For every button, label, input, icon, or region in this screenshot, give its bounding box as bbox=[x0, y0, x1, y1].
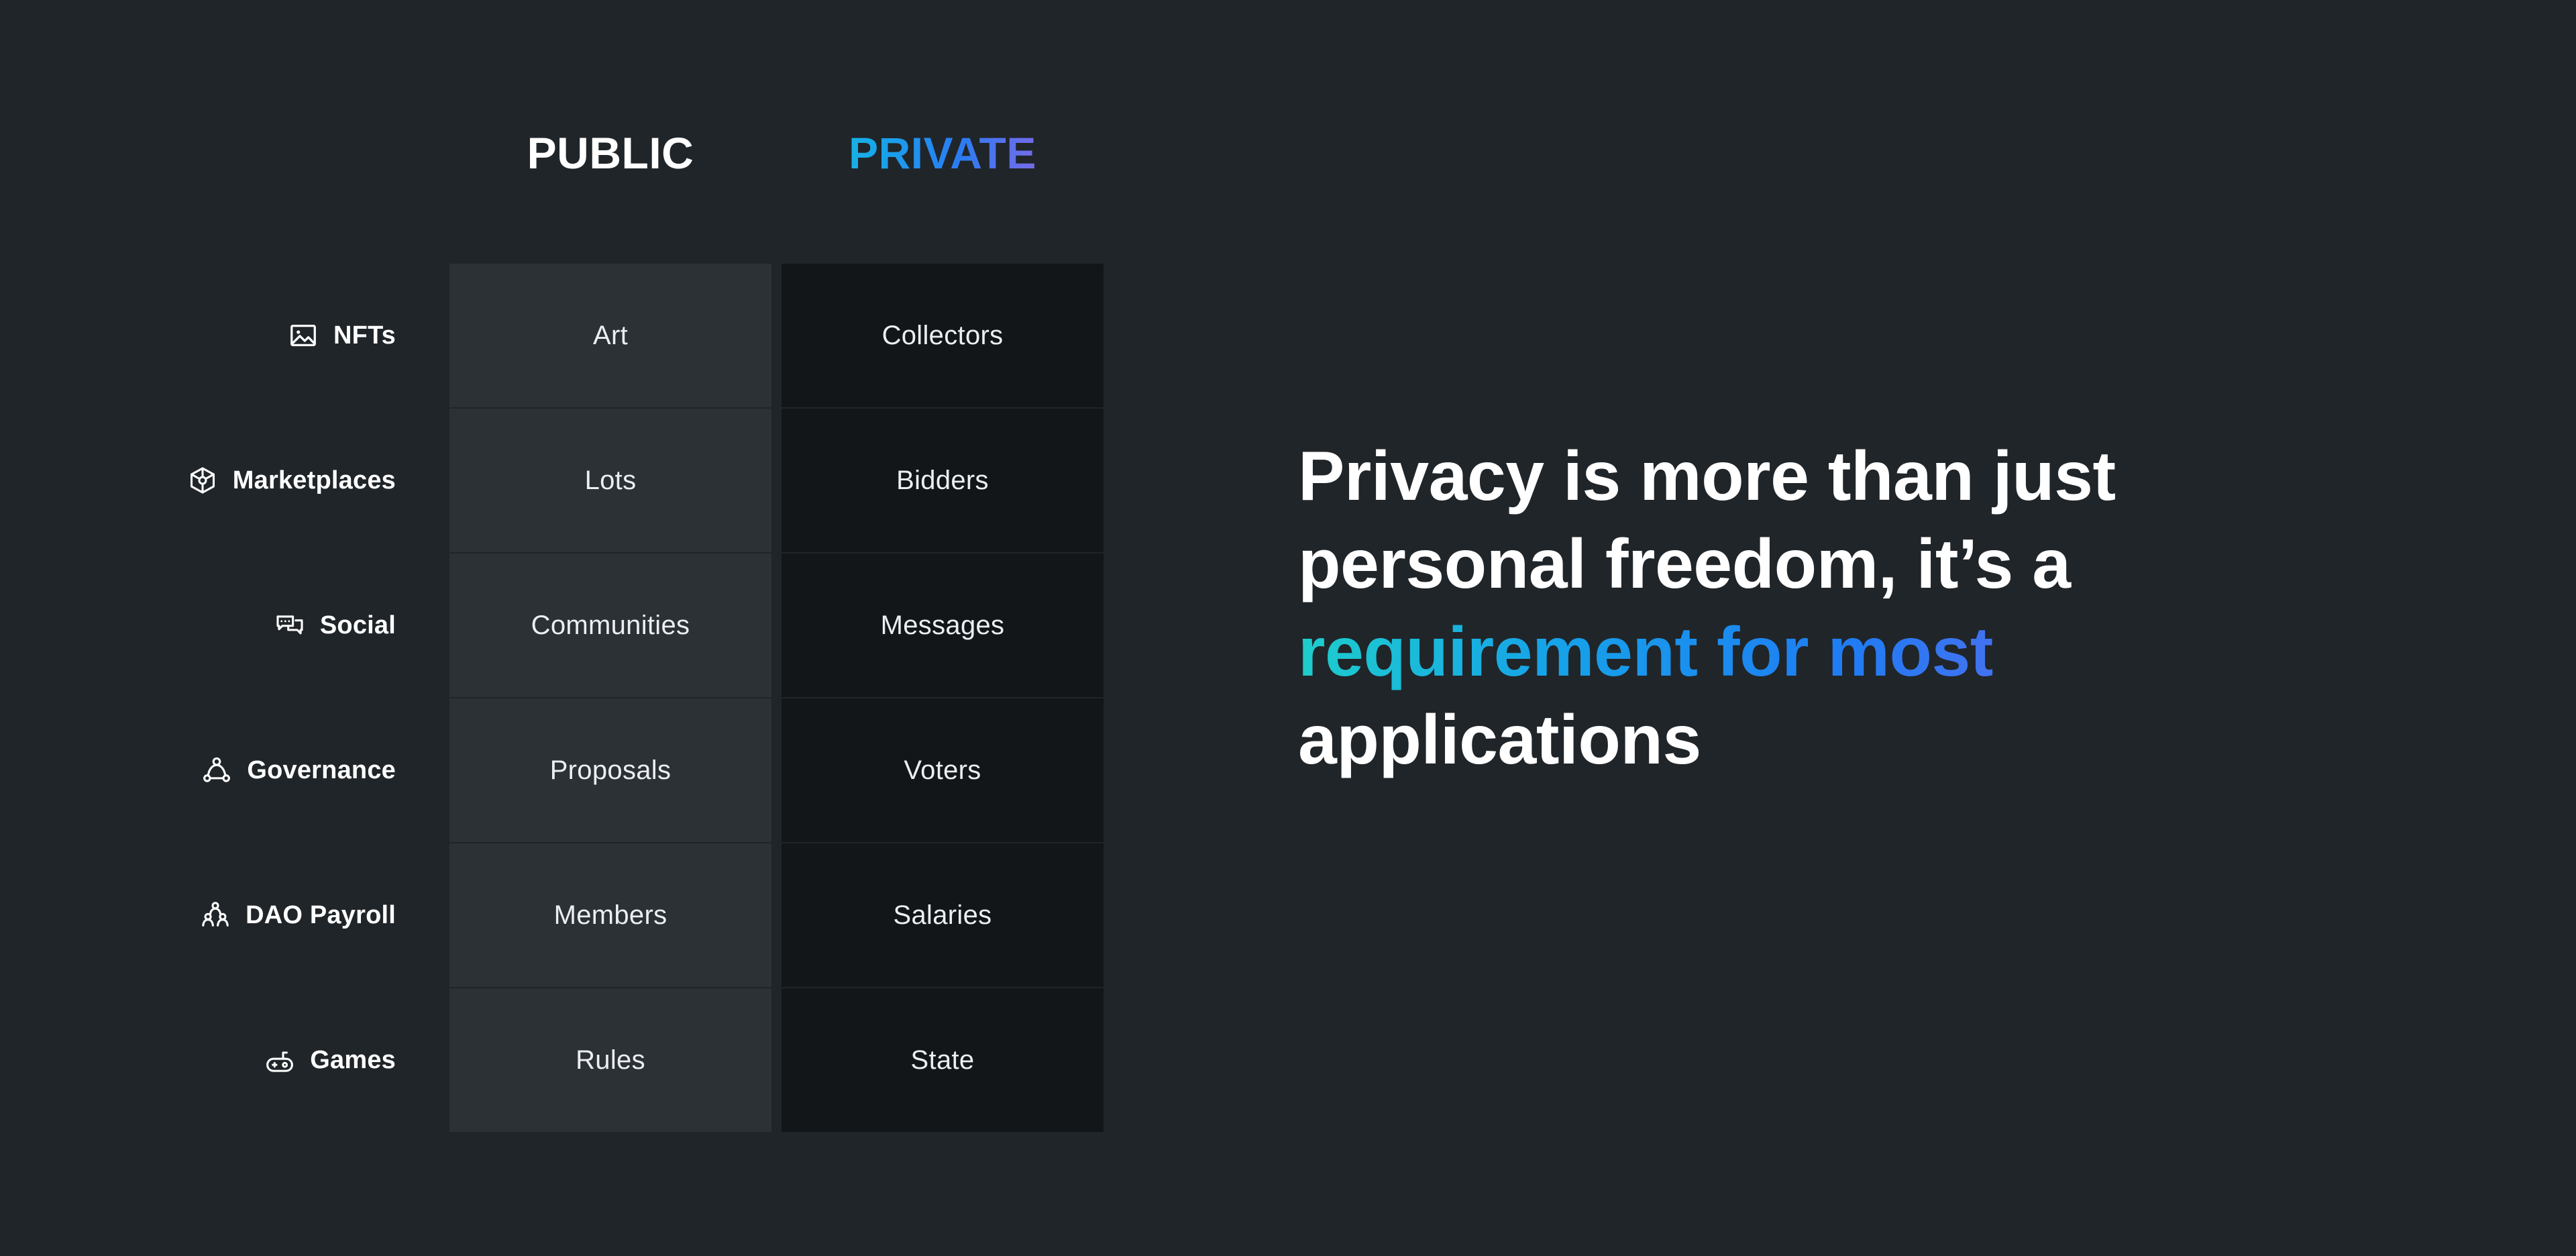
row-label-governance: Governance bbox=[0, 698, 396, 842]
matrix-row-cells: Rules State bbox=[449, 988, 1104, 1132]
slide-root: PUBLIC PRIVATE NFTs Art Collectors Marke… bbox=[0, 0, 2576, 1256]
row-label-text: Social bbox=[319, 611, 396, 639]
row-label-games: Games bbox=[0, 988, 396, 1132]
chat-icon bbox=[274, 610, 305, 641]
matrix-column-headers: PUBLIC PRIVATE bbox=[449, 131, 1104, 175]
matrix-row-cells: Proposals Voters bbox=[449, 698, 1104, 842]
column-header-private: PRIVATE bbox=[782, 131, 1104, 175]
row-label-text: Marketplaces bbox=[232, 466, 396, 494]
cell-private[interactable]: Voters bbox=[782, 698, 1104, 842]
row-label-marketplaces: Marketplaces bbox=[0, 409, 396, 552]
cell-public[interactable]: Art bbox=[449, 264, 771, 407]
matrix-row-cells: Art Collectors bbox=[449, 264, 1104, 407]
cell-public[interactable]: Proposals bbox=[449, 698, 771, 842]
matrix-rows: NFTs Art Collectors Marketplaces Lots Bi… bbox=[0, 264, 1140, 1132]
cell-private[interactable]: Collectors bbox=[782, 264, 1104, 407]
row-label-dao-payroll: DAO Payroll bbox=[0, 843, 396, 987]
gamepad-icon bbox=[264, 1045, 295, 1076]
row-label-social: Social bbox=[0, 554, 396, 697]
matrix-row-cells: Communities Messages bbox=[449, 554, 1104, 697]
group-icon bbox=[201, 755, 232, 786]
org-chart-icon bbox=[200, 900, 231, 931]
cell-public[interactable]: Rules bbox=[449, 988, 771, 1132]
matrix-row: Governance Proposals Voters bbox=[0, 698, 1140, 842]
matrix-row: Social Communities Messages bbox=[0, 554, 1140, 697]
row-label-text: Governance bbox=[247, 755, 396, 784]
headline-line-1: Privacy is more than just bbox=[1298, 437, 2116, 515]
matrix-row: Marketplaces Lots Bidders bbox=[0, 409, 1140, 552]
row-label-text: Games bbox=[310, 1045, 396, 1074]
cube-icon bbox=[187, 465, 218, 496]
column-header-public: PUBLIC bbox=[527, 128, 694, 178]
headline-line-2: personal freedom, it’s a bbox=[1298, 525, 2071, 604]
headline: Privacy is more than just personal freed… bbox=[1298, 433, 2438, 784]
cell-private[interactable]: Salaries bbox=[782, 843, 1104, 987]
cell-private[interactable]: Messages bbox=[782, 554, 1104, 697]
matrix-row-cells: Lots Bidders bbox=[449, 409, 1104, 552]
matrix-row-cells: Members Salaries bbox=[449, 843, 1104, 987]
privacy-matrix: PUBLIC PRIVATE NFTs Art Collectors Marke… bbox=[0, 0, 1140, 1256]
row-label-nfts: NFTs bbox=[0, 264, 396, 407]
matrix-row: NFTs Art Collectors bbox=[0, 264, 1140, 407]
cell-public[interactable]: Lots bbox=[449, 409, 771, 552]
row-label-text: DAO Payroll bbox=[246, 900, 396, 929]
cell-private[interactable]: Bidders bbox=[782, 409, 1104, 552]
cell-public[interactable]: Communities bbox=[449, 554, 771, 697]
cell-private[interactable]: State bbox=[782, 988, 1104, 1132]
row-label-text: NFTs bbox=[333, 321, 396, 350]
image-icon bbox=[288, 320, 319, 351]
matrix-row: Games Rules State bbox=[0, 988, 1140, 1132]
matrix-row: DAO Payroll Members Salaries bbox=[0, 843, 1140, 987]
cell-public[interactable]: Members bbox=[449, 843, 771, 987]
headline-line-3-gradient: requirement for most bbox=[1298, 609, 2438, 696]
headline-line-4: applications bbox=[1298, 701, 1701, 780]
